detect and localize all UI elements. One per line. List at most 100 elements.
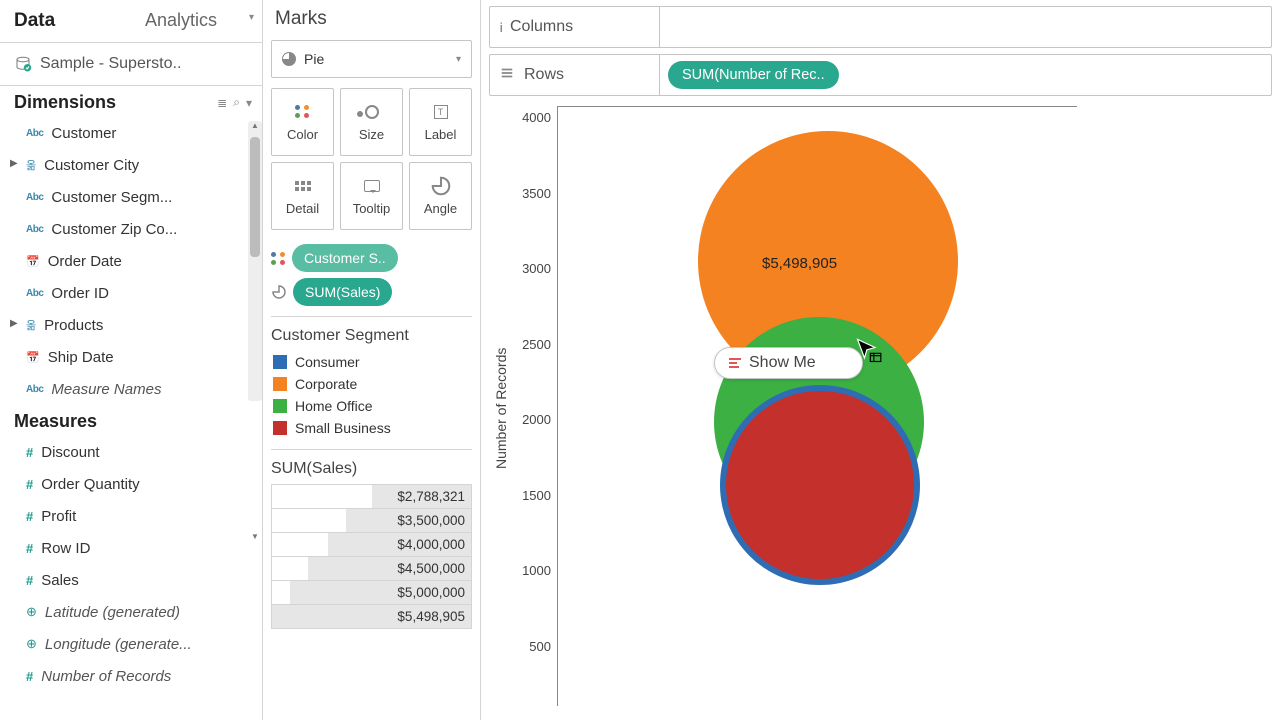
tab-data[interactable]: Data (0, 0, 131, 42)
dimensions-title: Dimensions (14, 92, 116, 113)
pill-sum-records[interactable]: SUM(Number of Rec.. (668, 61, 839, 89)
size-legend-title: SUM(Sales) (271, 460, 472, 484)
y-tick: 1500 (513, 488, 551, 503)
dimensions-header: Dimensions ≣ ⌕ ▾ (0, 86, 262, 117)
y-tick: 500 (513, 639, 551, 654)
label-icon: T (430, 103, 452, 121)
pill-sum-sales[interactable]: SUM(Sales) (293, 278, 392, 306)
field-order-quantity[interactable]: #Order Quantity (0, 468, 262, 500)
data-panel-tabs: Data Analytics (0, 0, 262, 43)
dimensions-list: ▲ ▼ AbcCustomer▶옮Customer CityAbcCustome… (0, 117, 262, 405)
mark-small-business[interactable] (726, 391, 914, 579)
rows-label: Rows (524, 66, 564, 84)
size-legend-row[interactable]: $4,000,000 (271, 532, 472, 557)
show-me-icon (729, 358, 741, 368)
field-order-id[interactable]: AbcOrder ID (0, 277, 262, 309)
field-customer-zip-co-[interactable]: AbcCustomer Zip Co... (0, 213, 262, 245)
pill-customer-segment[interactable]: Customer S.. (292, 244, 398, 272)
field-products[interactable]: ▶옮Products (0, 309, 262, 341)
color-icon (271, 252, 286, 265)
color-legend: Customer Segment ConsumerCorporateHome O… (271, 316, 472, 439)
size-legend-row[interactable]: $3,500,000 (271, 508, 472, 533)
legend-swatch (273, 399, 287, 413)
field-measure-names[interactable]: AbcMeasure Names (0, 373, 262, 405)
tooltip-icon (361, 177, 383, 195)
field-order-date[interactable]: 📅Order Date (0, 245, 262, 277)
size-legend: SUM(Sales) $2,788,321$3,500,000$4,000,00… (271, 449, 472, 628)
pie-icon (282, 52, 296, 66)
viz-canvas[interactable]: Number of Records 4000350030002500200015… (489, 102, 1272, 714)
dimensions-menu-icon[interactable]: ▾ (246, 96, 252, 110)
mark-size-button[interactable]: Size (340, 88, 403, 156)
show-me-label: Show Me (749, 354, 816, 372)
search-icon[interactable]: ⌕ (233, 95, 240, 110)
cursor-icon (854, 337, 882, 368)
worksheet-area: iii Columns Rows SUM(Number of Rec.. Num… (481, 0, 1280, 720)
detail-icon (292, 177, 314, 195)
size-icon (361, 103, 383, 121)
legend-swatch (273, 355, 287, 369)
measures-header: Measures (0, 405, 262, 436)
size-legend-row[interactable]: $5,498,905 (271, 604, 472, 629)
show-me-button[interactable]: Show Me (714, 347, 863, 379)
y-tick: 2500 (513, 337, 551, 352)
field-sales[interactable]: #Sales (0, 564, 262, 596)
columns-shelf[interactable]: iii Columns (489, 6, 1272, 48)
size-legend-row[interactable]: $2,788,321 (271, 484, 472, 509)
rows-shelf[interactable]: Rows SUM(Number of Rec.. (489, 54, 1272, 96)
field-longitude-generate-[interactable]: ⊕Longitude (generate... (0, 628, 262, 660)
tab-analytics[interactable]: Analytics (131, 0, 262, 42)
color-legend-title: Customer Segment (271, 327, 472, 351)
mark-detail-button[interactable]: Detail (271, 162, 334, 230)
y-tick: 4000 (513, 110, 551, 125)
field-customer-segm-[interactable]: AbcCustomer Segm... (0, 181, 262, 213)
marks-type-dropdown[interactable]: Pie (271, 40, 472, 78)
datasource-row[interactable]: Sample - Supersto.. (0, 43, 262, 86)
mark-tooltip-button[interactable]: Tooltip (340, 162, 403, 230)
angle-icon (271, 284, 287, 300)
mark-angle-button[interactable]: Angle (409, 162, 472, 230)
field-customer[interactable]: AbcCustomer (0, 117, 262, 149)
y-tick: 3000 (513, 261, 551, 276)
legend-item[interactable]: Home Office (271, 395, 472, 417)
data-panel: Data Analytics Sample - Supersto.. Dimen… (0, 0, 263, 720)
plot-area[interactable]: $5,498,905 Show Me (557, 106, 1077, 706)
angle-icon (430, 177, 452, 195)
color-icon (292, 103, 314, 121)
columns-label: Columns (510, 18, 573, 36)
data-label: $5,498,905 (762, 255, 837, 272)
y-tick: 1000 (513, 563, 551, 578)
field-latitude-generated-[interactable]: ⊕Latitude (generated) (0, 596, 262, 628)
rows-icon (500, 66, 514, 85)
legend-item[interactable]: Small Business (271, 417, 472, 439)
marks-panel: Marks Pie ColorSizeTLabel DetailTooltipAn… (263, 0, 481, 720)
datasource-name: Sample - Supersto.. (40, 55, 181, 73)
legend-item[interactable]: Consumer (271, 351, 472, 373)
field-number-of-records[interactable]: #Number of Records (0, 660, 262, 692)
mark-label-button[interactable]: TLabel (409, 88, 472, 156)
field-row-id[interactable]: #Row ID (0, 532, 262, 564)
marks-shelf: Customer S.. SUM(Sales) (271, 240, 472, 306)
marks-type-label: Pie (304, 51, 324, 67)
field-ship-date[interactable]: 📅Ship Date (0, 341, 262, 373)
marks-pill-row[interactable]: SUM(Sales) (271, 278, 472, 306)
marks-title: Marks (271, 8, 472, 30)
measures-list: #Discount#Order Quantity#Profit#Row ID#S… (0, 436, 262, 692)
measures-title: Measures (14, 411, 97, 432)
field-profit[interactable]: #Profit (0, 500, 262, 532)
field-discount[interactable]: #Discount (0, 436, 262, 468)
size-legend-row[interactable]: $4,500,000 (271, 556, 472, 581)
marks-buttons: ColorSizeTLabel DetailTooltipAngle (271, 88, 472, 230)
marks-pill-row[interactable]: Customer S.. (271, 244, 472, 272)
legend-swatch (273, 421, 287, 435)
datasource-icon (14, 55, 32, 73)
view-list-icon[interactable]: ≣ (217, 96, 227, 110)
legend-swatch (273, 377, 287, 391)
legend-item[interactable]: Corporate (271, 373, 472, 395)
size-legend-row[interactable]: $5,000,000 (271, 580, 472, 605)
mark-color-button[interactable]: Color (271, 88, 334, 156)
y-axis-ticks: 4000 3500 3000 2500 2000 1500 1000 500 (513, 102, 557, 714)
field-customer-city[interactable]: ▶옮Customer City (0, 149, 262, 181)
y-tick: 3500 (513, 186, 551, 201)
y-tick: 2000 (513, 412, 551, 427)
